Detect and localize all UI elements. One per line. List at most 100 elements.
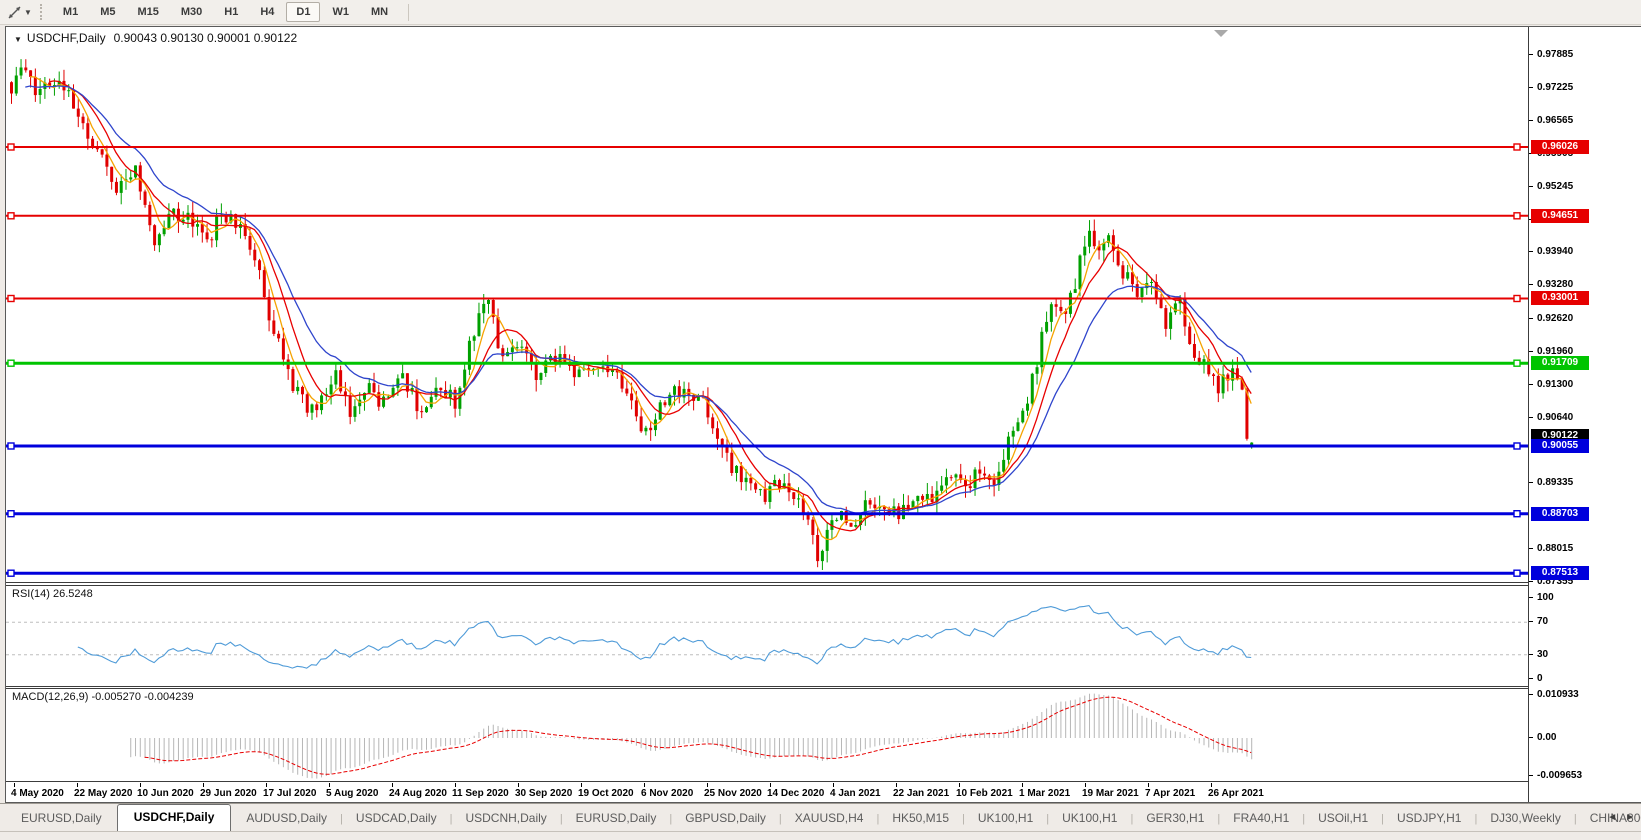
chart-tab-xauusd-h4[interactable]: XAUUSD,H4: [782, 806, 877, 831]
candle-body: [315, 404, 319, 411]
candle-body: [1049, 304, 1053, 322]
candle-body: [348, 396, 352, 417]
toolbar-separator: [408, 3, 410, 21]
line-handle[interactable]: [7, 510, 15, 518]
rsi-scale-tick: 0: [1529, 672, 1543, 684]
candle-body: [868, 500, 872, 505]
chart-tab-usdjpy-h1[interactable]: USDJPY,H1: [1384, 806, 1474, 831]
chart-collapse-icon[interactable]: ▼: [14, 35, 22, 44]
candle-body: [334, 370, 338, 385]
level-price-label: 0.94651: [1531, 209, 1589, 223]
chart-tab-eurusd-daily[interactable]: EURUSD,Daily: [8, 806, 115, 831]
candle-body: [253, 249, 257, 261]
candle-body: [754, 483, 758, 490]
candle-body: [735, 465, 739, 473]
candle-body: [200, 224, 204, 233]
chart-tab-dj30-weekly[interactable]: DJ30,Weekly: [1477, 806, 1573, 831]
candle-body: [625, 388, 629, 394]
timeframe-button-m15[interactable]: M15: [127, 2, 168, 22]
toolbar-grip[interactable]: [39, 4, 43, 20]
candle-body: [973, 469, 977, 488]
candle-body: [1212, 374, 1216, 376]
candle-body: [1002, 459, 1006, 472]
candle-body: [744, 477, 748, 483]
line-handle[interactable]: [1513, 294, 1521, 303]
candle-body: [291, 369, 295, 391]
chart-tab-hk50-m15[interactable]: HK50,M15: [879, 806, 962, 831]
candle-body: [372, 383, 376, 393]
date-tick: [770, 783, 771, 787]
candle-body: [496, 317, 500, 349]
slow-ma-blue: [25, 85, 1252, 514]
price-axis[interactable]: 0.978850.972250.965650.959050.952450.945…: [1528, 27, 1641, 802]
chart-tab-fra40-h1[interactable]: FRA40,H1: [1220, 806, 1302, 831]
tool-dropdown-caret-icon[interactable]: ▼: [24, 8, 32, 17]
time-axis[interactable]: 4 May 2020 22 May 2020 10 Jun 2020 29 Jun 2…: [6, 783, 1528, 802]
candle-body: [730, 452, 734, 473]
tabs-scroll-right-icon[interactable]: ►: [1625, 812, 1635, 824]
date-tick: [1211, 783, 1212, 787]
candle-body: [405, 373, 409, 392]
tabs-scroll-left-icon[interactable]: ◄: [1607, 812, 1617, 824]
price-tick: 0.93940: [1529, 245, 1573, 257]
candle-body: [1116, 250, 1120, 266]
chart-tab-usdchf-daily[interactable]: USDCHF,Daily: [116, 804, 232, 831]
main-chart-panel[interactable]: [6, 27, 1528, 583]
crosshair-tool-icon[interactable]: [5, 4, 23, 20]
chart-tab-uk100-h1[interactable]: UK100,H1: [965, 806, 1046, 831]
line-handle[interactable]: [1513, 359, 1521, 367]
candle-body: [33, 76, 37, 96]
line-handle[interactable]: [7, 569, 15, 577]
candle-body: [262, 270, 266, 297]
candle-body: [153, 225, 157, 246]
scroll-marker-icon[interactable]: [1214, 30, 1228, 37]
candle-body: [1030, 373, 1034, 404]
line-handle[interactable]: [7, 359, 15, 367]
chart-tab-gbpusd-daily[interactable]: GBPUSD,Daily: [672, 806, 779, 831]
candle-body: [849, 522, 853, 527]
candle-body: [1140, 288, 1144, 297]
price-tick: 0.90640: [1529, 411, 1573, 423]
candle-body: [983, 473, 987, 476]
price-tick: 0.92620: [1529, 312, 1573, 324]
candle-body: [157, 234, 161, 246]
macd-panel[interactable]: [6, 688, 1528, 782]
line-handle[interactable]: [1513, 143, 1521, 151]
line-handle[interactable]: [7, 294, 15, 303]
timeframe-button-d1[interactable]: D1: [286, 2, 321, 22]
chart-tab-ger30-h1[interactable]: GER30,H1: [1133, 806, 1217, 831]
rsi-panel[interactable]: [6, 585, 1528, 687]
timeframe-button-m5[interactable]: M5: [90, 2, 125, 22]
chart-title: ▼ USDCHF,Daily 0.90043 0.90130 0.90001 0.9…: [14, 31, 297, 45]
chart-tab-audusd-daily[interactable]: AUDUSD,Daily: [233, 806, 340, 831]
line-handle[interactable]: [1513, 442, 1521, 450]
line-handle[interactable]: [7, 143, 15, 151]
candle-body: [663, 402, 667, 406]
line-handle[interactable]: [7, 212, 15, 220]
timeframe-button-m1[interactable]: M1: [53, 2, 88, 22]
chart-tab-usdcad-daily[interactable]: USDCAD,Daily: [343, 806, 450, 831]
chart-tab-eurusd-daily[interactable]: EURUSD,Daily: [563, 806, 670, 831]
chart-tab-usdcnh-daily[interactable]: USDCNH,Daily: [452, 806, 559, 831]
line-handle[interactable]: [1513, 569, 1521, 577]
date-tick: [455, 783, 456, 787]
line-handle[interactable]: [1513, 510, 1521, 518]
level-price-label: 0.96026: [1531, 140, 1589, 154]
chart-tab-usoil-h1[interactable]: USOil,H1: [1305, 806, 1381, 831]
candle-body: [639, 416, 643, 432]
candle-body: [763, 489, 767, 502]
line-handle[interactable]: [7, 442, 15, 450]
date-label: 10 Jun 2020: [137, 788, 194, 799]
line-handle[interactable]: [1513, 212, 1521, 220]
chart-tab-uk100-h1[interactable]: UK100,H1: [1049, 806, 1130, 831]
candle-body: [310, 404, 314, 413]
candle-body: [1216, 375, 1220, 394]
candle-body: [1045, 321, 1049, 332]
date-tick: [707, 783, 708, 787]
timeframe-button-h4[interactable]: H4: [250, 2, 284, 22]
timeframe-button-w1[interactable]: W1: [322, 2, 359, 22]
timeframe-button-mn[interactable]: MN: [361, 2, 398, 22]
timeframe-button-h1[interactable]: H1: [214, 2, 248, 22]
timeframe-button-m30[interactable]: M30: [171, 2, 212, 22]
candle-body: [210, 239, 214, 241]
